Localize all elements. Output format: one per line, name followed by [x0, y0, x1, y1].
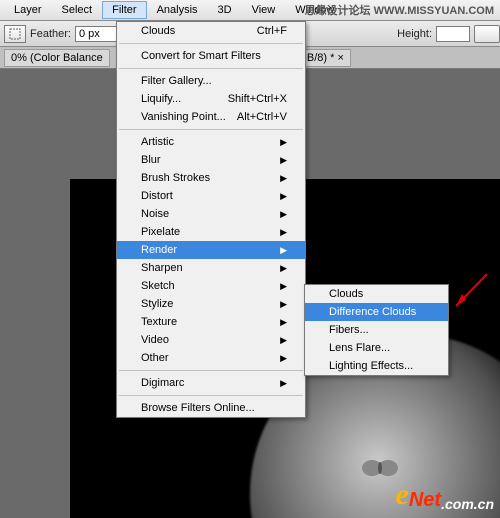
app-window: 思缘设计论坛 WWW.MISSYUAN.COM Layer Select Fil…: [0, 0, 500, 518]
mi-artistic[interactable]: Artistic▶: [117, 133, 305, 151]
doc-tab-left[interactable]: 0% (Color Balance: [4, 49, 110, 67]
menu-separator: [119, 370, 303, 371]
submenu-arrow-icon: ▶: [280, 227, 287, 238]
mi-brush-strokes[interactable]: Brush Strokes▶: [117, 169, 305, 187]
butterfly-icon: [360, 454, 400, 482]
options-button[interactable]: [474, 25, 500, 43]
mi-sharpen[interactable]: Sharpen▶: [117, 259, 305, 277]
menu-layer[interactable]: Layer: [4, 1, 52, 19]
mi-lighting-effects[interactable]: Lighting Effects...: [305, 357, 448, 375]
submenu-arrow-icon: ▶: [280, 191, 287, 202]
feather-label: Feather:: [30, 28, 71, 40]
mi-difference-clouds[interactable]: Difference Clouds: [305, 303, 448, 321]
filter-dropdown: Clouds Ctrl+F Convert for Smart Filters …: [116, 21, 306, 418]
menu-separator: [119, 43, 303, 44]
mi-clouds[interactable]: Clouds Ctrl+F: [117, 22, 305, 40]
mi-render[interactable]: Render▶: [117, 241, 305, 259]
menu-3d[interactable]: 3D: [208, 1, 242, 19]
submenu-arrow-icon: ▶: [280, 335, 287, 346]
mi-pixelate[interactable]: Pixelate▶: [117, 223, 305, 241]
mi-blur[interactable]: Blur▶: [117, 151, 305, 169]
render-submenu: Clouds Difference Clouds Fibers... Lens …: [304, 284, 449, 376]
mi-distort[interactable]: Distort▶: [117, 187, 305, 205]
submenu-arrow-icon: ▶: [280, 173, 287, 184]
mi-noise[interactable]: Noise▶: [117, 205, 305, 223]
submenu-arrow-icon: ▶: [280, 378, 287, 389]
mi-vanishing-point[interactable]: Vanishing Point...Alt+Ctrl+V: [117, 108, 305, 126]
submenu-arrow-icon: ▶: [280, 209, 287, 220]
height-label: Height:: [397, 28, 432, 40]
mi-fibers[interactable]: Fibers...: [305, 321, 448, 339]
mi-render-clouds[interactable]: Clouds: [305, 285, 448, 303]
submenu-arrow-icon: ▶: [280, 155, 287, 166]
mi-lens-flare[interactable]: Lens Flare...: [305, 339, 448, 357]
marquee-tool-icon[interactable]: [4, 25, 26, 43]
feather-input[interactable]: [75, 26, 121, 42]
menu-separator: [119, 68, 303, 69]
watermark-logo: e Net .com.cn: [396, 478, 494, 512]
menu-select[interactable]: Select: [52, 1, 103, 19]
mi-stylize[interactable]: Stylize▶: [117, 295, 305, 313]
submenu-arrow-icon: ▶: [280, 263, 287, 274]
menu-separator: [119, 395, 303, 396]
height-input[interactable]: [436, 26, 470, 42]
menu-analysis[interactable]: Analysis: [147, 1, 208, 19]
mi-browse-online[interactable]: Browse Filters Online...: [117, 399, 305, 417]
mi-digimarc[interactable]: Digimarc▶: [117, 374, 305, 392]
mi-liquify[interactable]: Liquify...Shift+Ctrl+X: [117, 90, 305, 108]
submenu-arrow-icon: ▶: [280, 137, 287, 148]
doc-tab-label: 0% (Color Balance: [11, 52, 103, 64]
mi-convert-smart[interactable]: Convert for Smart Filters: [117, 47, 305, 65]
mi-texture[interactable]: Texture▶: [117, 313, 305, 331]
mi-filter-gallery[interactable]: Filter Gallery...: [117, 72, 305, 90]
submenu-arrow-icon: ▶: [280, 245, 287, 256]
submenu-arrow-icon: ▶: [280, 281, 287, 292]
submenu-arrow-icon: ▶: [280, 317, 287, 328]
menu-view[interactable]: View: [242, 1, 286, 19]
mi-sketch[interactable]: Sketch▶: [117, 277, 305, 295]
watermark-top: 思缘设计论坛 WWW.MISSYUAN.COM: [305, 2, 494, 18]
menu-filter[interactable]: Filter: [102, 1, 146, 19]
menu-separator: [119, 129, 303, 130]
red-arrow-annotation: [452, 272, 492, 312]
mi-video[interactable]: Video▶: [117, 331, 305, 349]
submenu-arrow-icon: ▶: [280, 299, 287, 310]
submenu-arrow-icon: ▶: [280, 353, 287, 364]
mi-other[interactable]: Other▶: [117, 349, 305, 367]
